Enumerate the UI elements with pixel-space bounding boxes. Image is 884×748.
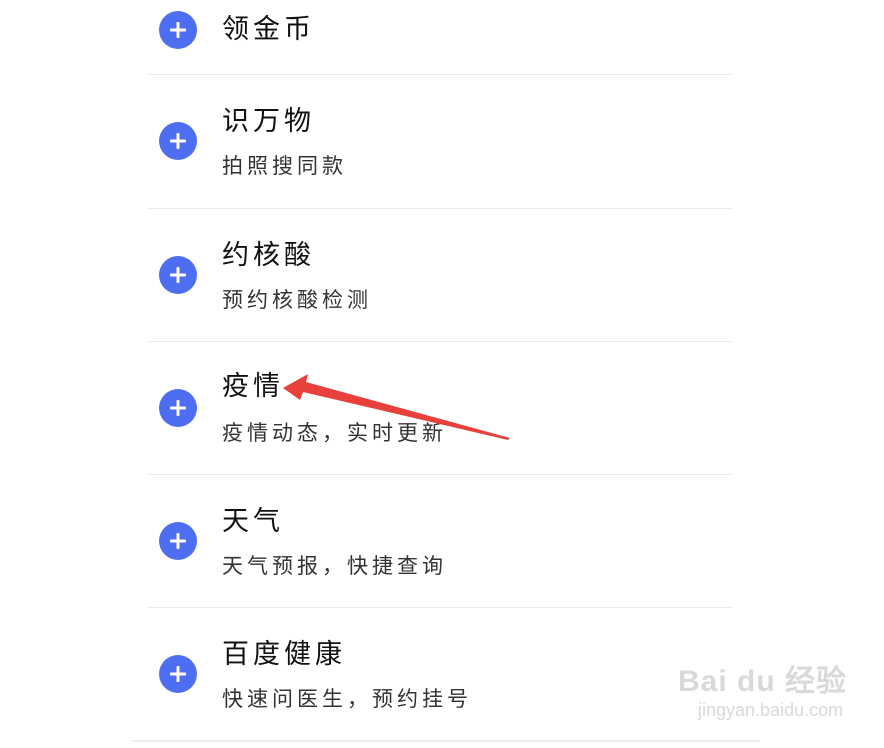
item-subtitle: 拍照搜同款 [222,154,347,178]
item-title: 天气 [222,506,284,537]
add-button[interactable] [159,522,197,560]
item-title: 约核酸 [222,240,315,271]
item-title: 识万物 [222,106,315,137]
list-item-weather[interactable]: 天气 天气预报，快捷查询 [132,475,760,607]
bottom-divider [132,740,760,742]
list-item-nucleic-test[interactable]: 约核酸 预约核酸检测 [132,209,760,341]
item-subtitle: 预约核酸检测 [222,288,372,312]
page: 领金币 识万物 拍照搜同款 约核酸 预约核酸检测 疫情 疫情动态，实时更新 天气… [0,0,884,748]
plus-icon [170,533,186,549]
plus-icon [170,267,186,283]
plus-icon [170,22,186,38]
item-subtitle: 疫情动态，实时更新 [222,421,447,445]
list-item-epidemic[interactable]: 疫情 疫情动态，实时更新 [132,342,760,474]
item-title: 领金币 [222,14,315,45]
add-button[interactable] [159,389,197,427]
add-button[interactable] [159,655,197,693]
item-subtitle: 快速问医生，预约挂号 [222,687,472,711]
plus-icon [170,133,186,149]
list-item-gold-coins[interactable]: 领金币 [132,0,760,74]
plus-icon [170,400,186,416]
add-button[interactable] [159,256,197,294]
list-item-baidu-health[interactable]: 百度健康 快速问医生，预约挂号 [132,608,760,740]
service-list: 领金币 识万物 拍照搜同款 约核酸 预约核酸检测 疫情 疫情动态，实时更新 天气… [132,0,760,748]
list-item-recognize[interactable]: 识万物 拍照搜同款 [132,75,760,208]
add-button[interactable] [159,122,197,160]
watermark: Bai du 经验 jingyan.baidu.com [678,656,846,728]
add-button[interactable] [159,11,197,49]
item-title: 疫情 [222,371,284,402]
item-subtitle: 天气预报，快捷查询 [222,554,447,578]
plus-icon [170,666,186,682]
item-title: 百度健康 [222,639,346,670]
watermark-logo: Bai du 经验 [678,665,848,698]
watermark-url: jingyan.baidu.com [698,700,844,720]
